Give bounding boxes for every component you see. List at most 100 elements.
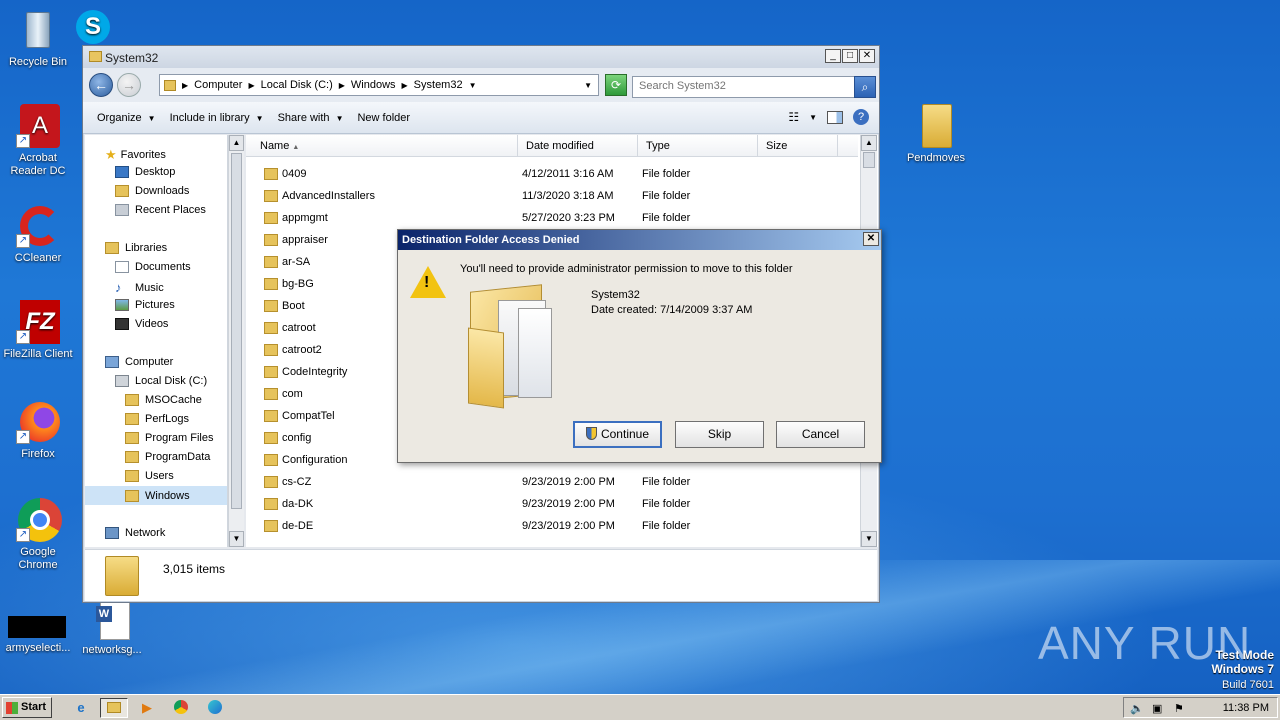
file-type: File folder <box>642 168 691 180</box>
share-with-menu[interactable]: Share with ▼ <box>278 112 344 124</box>
desktop-icon-ccleaner[interactable]: ↗ CCleaner <box>0 204 76 265</box>
organize-menu[interactable]: Organize ▼ <box>97 112 156 124</box>
minimize-button[interactable]: _ <box>825 49 841 63</box>
include-in-library-menu[interactable]: Include in library ▼ <box>170 112 264 124</box>
breadcrumb-windows[interactable]: Windows <box>351 79 396 91</box>
desktop-icon-pendmoves[interactable]: Pendmoves <box>898 104 974 165</box>
help-icon[interactable]: ? <box>853 109 869 125</box>
dialog-titlebar[interactable]: Destination Folder Access Denied ✕ <box>398 230 881 250</box>
scroll-up-arrow[interactable]: ▲ <box>229 135 244 151</box>
volume-icon[interactable]: 🔈 <box>1130 702 1144 715</box>
taskbar-chrome[interactable] <box>170 698 192 718</box>
table-row[interactable]: cs-CZ 9/23/2019 2:00 PM File folder <box>246 471 858 493</box>
cancel-button[interactable]: Cancel <box>776 421 865 448</box>
nav-label: Downloads <box>135 185 190 197</box>
folder-icon <box>125 413 139 425</box>
search-icon[interactable]: ⌕ <box>854 76 876 98</box>
desktop-icon-label: Recycle Bin <box>8 56 68 68</box>
nav-libraries[interactable]: Libraries <box>105 242 167 254</box>
scroll-down-arrow[interactable]: ▼ <box>229 531 244 547</box>
nav-label: Local Disk (C:) <box>135 375 208 387</box>
action-center-flag-icon[interactable]: ⚑ <box>1174 702 1184 715</box>
search-input[interactable] <box>639 80 849 92</box>
desktop-icon-networksg[interactable]: W networksg... <box>74 602 150 657</box>
breadcrumb-system32[interactable]: System32 <box>414 79 463 91</box>
desktop-icon-acrobat[interactable]: A ↗ Acrobat Reader DC <box>0 104 76 178</box>
new-folder-button[interactable]: New folder <box>357 112 410 124</box>
continue-button[interactable]: Continue <box>573 421 662 448</box>
table-row[interactable]: de-DE 9/23/2019 2:00 PM File folder <box>246 515 858 537</box>
column-type[interactable]: Type <box>638 135 758 157</box>
desktop-icon-chrome[interactable]: ↗ Google Chrome <box>0 498 76 572</box>
column-date-modified[interactable]: Date modified <box>518 135 638 157</box>
scroll-up-arrow[interactable]: ▲ <box>861 135 877 151</box>
clock[interactable]: 11:38 PM <box>1223 702 1269 714</box>
file-type: File folder <box>642 498 691 510</box>
address-bar[interactable]: ▶ Computer ▶ Local Disk (C:) ▶ Windows ▶… <box>159 74 599 96</box>
file-name: CompatTel <box>282 410 335 422</box>
desktop-icon-recycle-bin[interactable]: Recycle Bin <box>0 8 76 69</box>
column-header: Name ▲ Date modified Type Size <box>246 135 858 157</box>
nav-program-files[interactable]: Program Files <box>125 432 213 444</box>
scroll-down-arrow[interactable]: ▼ <box>861 531 877 547</box>
nav-desktop[interactable]: Desktop <box>115 166 175 178</box>
nav-videos[interactable]: Videos <box>115 318 168 330</box>
forward-button[interactable]: → <box>117 73 141 97</box>
desktop-icon-label: Pendmoves <box>906 152 966 164</box>
nav-music[interactable]: ♪ Music <box>115 280 164 295</box>
nav-windows[interactable]: Windows <box>85 486 227 505</box>
desktop-icon-firefox[interactable]: ↗ Firefox <box>0 400 76 461</box>
desktop-icon-skype[interactable]: S <box>74 8 114 46</box>
table-row[interactable]: 0409 4/12/2011 3:16 AM File folder <box>246 163 858 185</box>
nav-programdata[interactable]: ProgramData <box>125 451 210 463</box>
nav-downloads[interactable]: Downloads <box>115 185 189 197</box>
column-size[interactable]: Size <box>758 135 838 157</box>
start-button[interactable]: Start <box>2 697 52 718</box>
close-button[interactable]: ✕ <box>859 49 875 63</box>
nav-documents[interactable]: Documents <box>115 261 191 273</box>
nav-users[interactable]: Users <box>125 470 174 482</box>
nav-pictures[interactable]: Pictures <box>115 299 175 311</box>
nav-computer[interactable]: Computer <box>105 356 173 368</box>
breadcrumb-computer[interactable]: Computer <box>194 79 242 91</box>
nav-favorites[interactable]: ★ Favorites <box>105 147 166 163</box>
file-name: appraiser <box>282 234 328 246</box>
breadcrumb-local-disk[interactable]: Local Disk (C:) <box>261 79 333 91</box>
desktop-icon-armyselecti[interactable]: armyselecti... <box>0 612 76 655</box>
chevron-down-icon: ▼ <box>468 80 477 90</box>
chrome-icon <box>174 700 188 714</box>
view-options-icon[interactable]: ☷ <box>788 110 799 124</box>
search-box[interactable]: ⌕ <box>632 76 876 98</box>
nav-scrollbar[interactable]: ▲ ▼ <box>228 135 244 547</box>
refresh-button[interactable]: ⟳ <box>605 74 627 96</box>
nav-perflogs[interactable]: PerfLogs <box>125 413 189 425</box>
dialog-close-button[interactable]: ✕ <box>863 232 879 246</box>
maximize-button[interactable]: □ <box>842 49 858 63</box>
dialog-title: Destination Folder Access Denied <box>402 234 580 246</box>
table-row[interactable]: appmgmt 5/27/2020 3:23 PM File folder <box>246 207 858 229</box>
chevron-down-icon[interactable]: ▼ <box>809 113 817 122</box>
preview-pane-icon[interactable] <box>827 110 843 124</box>
scroll-thumb[interactable] <box>231 153 242 509</box>
network-tray-icon[interactable]: ▣ <box>1152 702 1162 715</box>
filezilla-icon: FZ ↗ <box>16 300 60 344</box>
table-row[interactable]: da-DK 9/23/2019 2:00 PM File folder <box>246 493 858 515</box>
address-dropdown-icon[interactable]: ▼ <box>584 81 592 90</box>
back-button[interactable]: ← <box>89 73 113 97</box>
taskbar-ie[interactable]: e <box>70 698 92 718</box>
documents-icon <box>115 261 129 273</box>
scroll-thumb[interactable] <box>863 152 875 168</box>
taskbar-explorer[interactable] <box>100 698 128 718</box>
taskbar-edge[interactable] <box>204 698 226 718</box>
nav-network[interactable]: Network <box>105 527 165 539</box>
nav-recent-places[interactable]: Recent Places <box>115 204 206 216</box>
nav-msocache[interactable]: MSOCache <box>125 394 202 406</box>
nav-local-disk[interactable]: Local Disk (C:) <box>115 375 207 387</box>
explorer-titlebar[interactable]: System32 _ □ ✕ <box>83 46 879 68</box>
skip-button[interactable]: Skip <box>675 421 764 448</box>
table-row[interactable]: AdvancedInstallers 11/3/2020 3:18 AM File … <box>246 185 858 207</box>
taskbar-media-player[interactable]: ▶ <box>136 698 158 718</box>
black-file-icon <box>8 612 66 638</box>
desktop-icon-filezilla[interactable]: FZ ↗ FileZilla Client <box>0 300 76 361</box>
column-name[interactable]: Name ▲ <box>252 135 518 157</box>
